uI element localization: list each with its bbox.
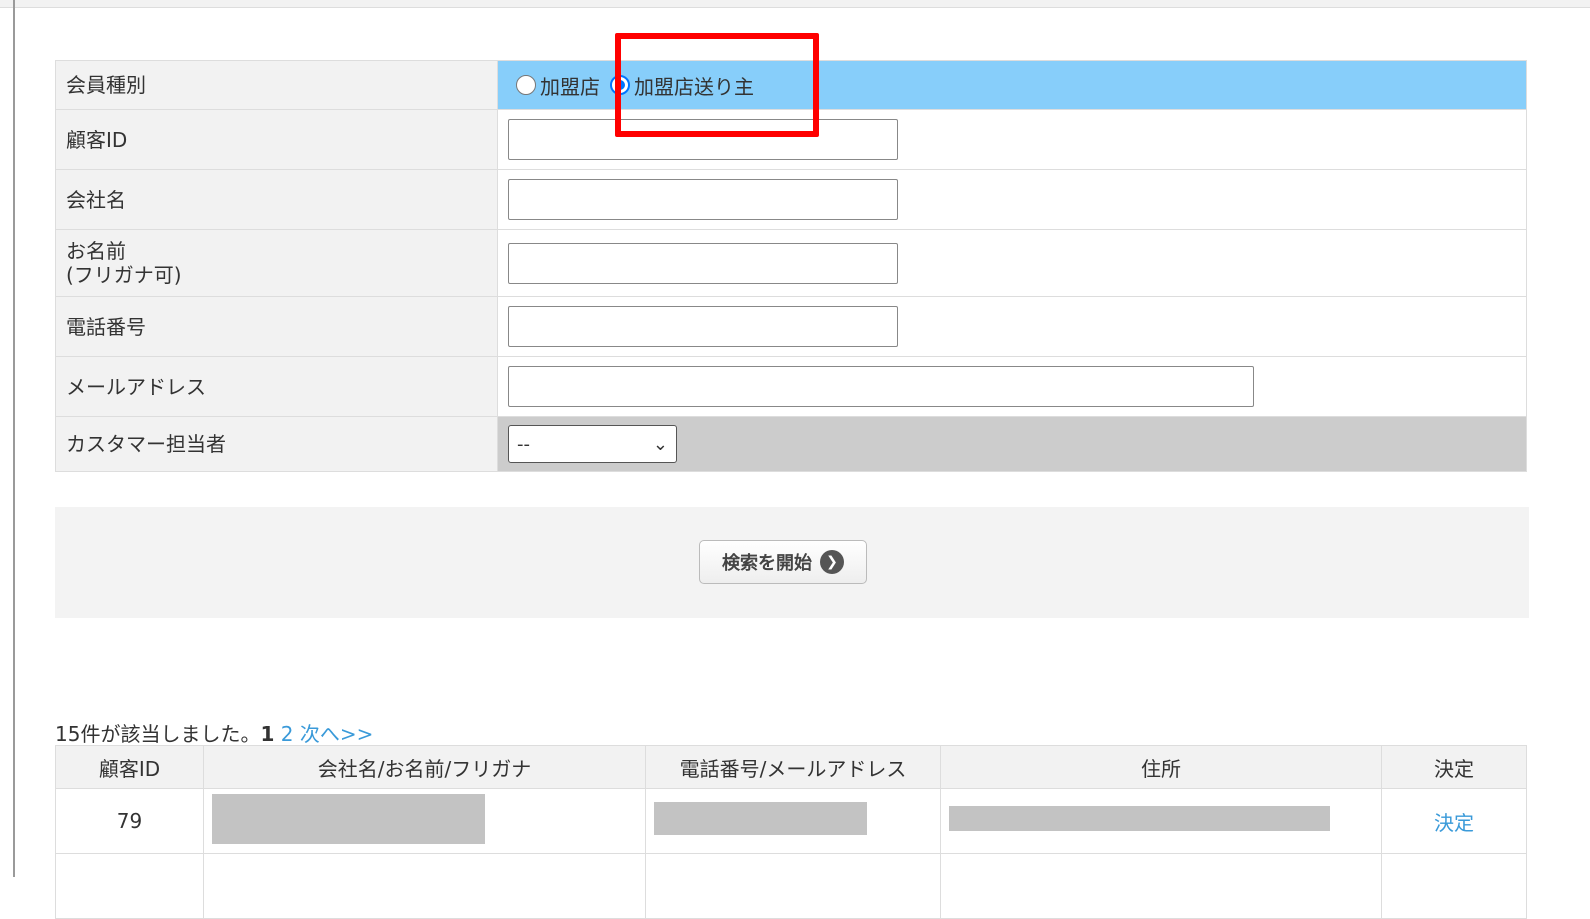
label: 会員種別	[56, 61, 498, 109]
redacted-block	[212, 793, 485, 844]
label: カスタマー担当者	[56, 417, 498, 471]
table-header: 顧客ID 会社名/お名前/フリガナ 電話番号/メールアドレス 住所 決定	[55, 745, 1527, 789]
select-value: --	[517, 433, 530, 455]
radio-member[interactable]: 加盟店	[516, 71, 600, 100]
header-id: 顧客ID	[55, 745, 204, 789]
search-button[interactable]: 検索を開始 ❯	[699, 540, 867, 584]
row-name: お名前 (フリガナ可)	[55, 229, 1527, 297]
chevron-down-icon: ⌄	[652, 433, 668, 455]
row-phone: 電話番号	[55, 296, 1527, 357]
label: メールアドレス	[56, 357, 498, 416]
label: 顧客ID	[56, 110, 498, 169]
highlight-box	[615, 33, 819, 137]
header-name: 会社名/お名前/フリガナ	[203, 745, 646, 789]
row-email: メールアドレス	[55, 356, 1527, 417]
radio-label: 加盟店	[540, 74, 600, 99]
row-company: 会社名	[55, 169, 1527, 230]
count-text: 15件が該当しました。	[55, 722, 261, 746]
email-input[interactable]	[508, 366, 1254, 407]
results-table: 顧客ID 会社名/お名前/フリガナ 電話番号/メールアドレス 住所 決定 79 …	[55, 745, 1527, 919]
cell-id: 79	[55, 788, 204, 854]
top-bar	[0, 0, 1590, 8]
current-page: 1	[260, 722, 275, 746]
page-2-link[interactable]: 2	[281, 722, 294, 746]
select-link[interactable]: 決定	[1381, 788, 1527, 854]
search-panel: 検索を開始 ❯	[55, 507, 1529, 618]
redacted-block	[949, 806, 1330, 831]
radio-icon[interactable]	[516, 75, 536, 95]
label: 会社名	[56, 170, 498, 229]
button-label: 検索を開始	[722, 553, 812, 574]
header-address: 住所	[940, 745, 1382, 789]
phone-input[interactable]	[508, 306, 898, 347]
arrow-right-icon: ❯	[820, 550, 844, 574]
label: 電話番号	[56, 297, 498, 356]
table-row: 79 決定	[55, 788, 1527, 854]
next-link[interactable]: 次へ>>	[300, 722, 374, 746]
window-border	[13, 0, 15, 877]
company-input[interactable]	[508, 179, 898, 220]
label: お名前 (フリガナ可)	[56, 230, 498, 296]
label-line: (フリガナ可)	[66, 263, 182, 287]
table-row	[55, 853, 1527, 919]
name-input[interactable]	[508, 242, 898, 284]
staff-select[interactable]: -- ⌄	[508, 425, 677, 463]
header-action: 決定	[1381, 745, 1527, 789]
label-line: お名前	[66, 239, 126, 263]
result-count: 15件が該当しました。1 2 次へ>>	[55, 718, 373, 747]
redacted-block	[654, 802, 867, 835]
row-staff: カスタマー担当者 -- ⌄	[55, 416, 1527, 472]
header-contact: 電話番号/メールアドレス	[645, 745, 941, 789]
